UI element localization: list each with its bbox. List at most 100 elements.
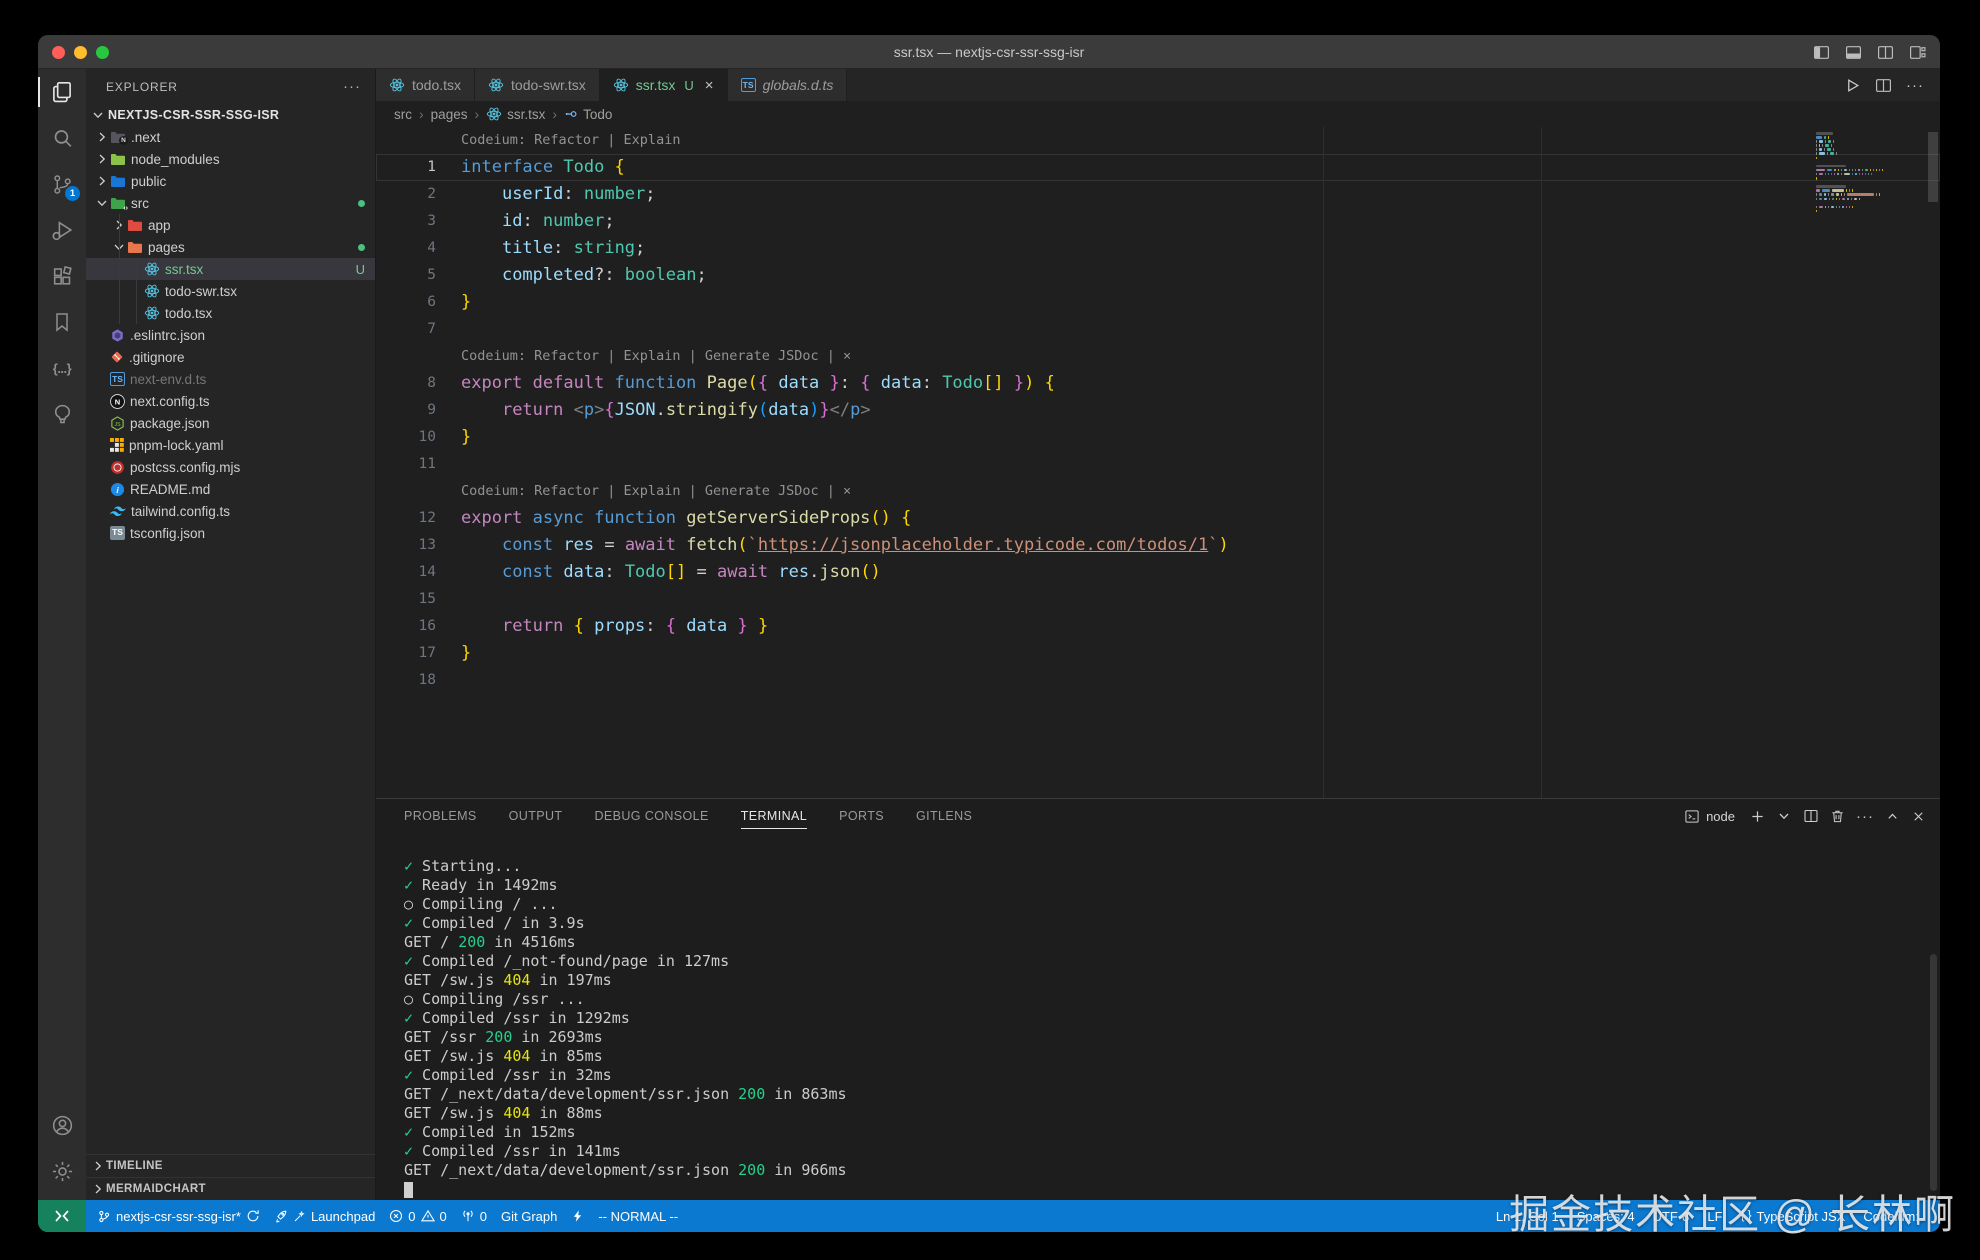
- tree-item-todo-swr.tsx[interactable]: todo-swr.tsx: [86, 280, 375, 302]
- tree-item-.gitignore[interactable]: .gitignore: [86, 346, 375, 368]
- close-button[interactable]: [52, 46, 65, 59]
- close-icon[interactable]: [1911, 809, 1926, 824]
- terminal-scrollbar[interactable]: [1930, 954, 1937, 1191]
- activity-item-bookmarks[interactable]: [38, 299, 86, 345]
- codelens[interactable]: Codeium: Refactor | Explain: [376, 127, 1940, 154]
- status-branch[interactable]: nextjs-csr-ssr-ssg-isr*: [90, 1200, 267, 1232]
- terminal[interactable]: ✓ Starting...✓ Ready in 1492ms○ Compilin…: [376, 833, 1940, 1200]
- section-mermaidchart[interactable]: MERMAIDCHART: [86, 1177, 375, 1200]
- toggle-panel-icon[interactable]: [1845, 44, 1862, 61]
- activity-item-account[interactable]: [38, 1102, 86, 1148]
- breadcrumb-item-ssr.tsx[interactable]: ssr.tsx: [486, 106, 545, 122]
- breadcrumb-item-Todo[interactable]: Todo: [564, 107, 612, 122]
- panel-tab-debug-console[interactable]: DEBUG CONSOLE: [594, 799, 708, 833]
- split-panel-icon[interactable]: [1803, 808, 1819, 824]
- minimap[interactable]: [1816, 132, 1888, 218]
- tree-item-next-env.d.ts[interactable]: TSnext-env.d.ts: [86, 368, 375, 390]
- split-editor-icon[interactable]: [1877, 44, 1894, 61]
- codelens[interactable]: Codeium: Refactor | Explain | Generate J…: [376, 343, 1940, 370]
- tab-todo.tsx[interactable]: todo.tsx: [376, 69, 475, 101]
- tree-root[interactable]: NEXTJS-CSR-SSR-SSG-ISR: [86, 104, 375, 126]
- minimize-button[interactable]: [74, 46, 87, 59]
- activity-item-settings[interactable]: [38, 1148, 86, 1194]
- tree-item-.eslintrc.json[interactable]: .eslintrc.json: [86, 324, 375, 346]
- tree-item-package.json[interactable]: JSpackage.json: [86, 412, 375, 434]
- line-number: 8: [376, 370, 436, 397]
- editor-scrollbar[interactable]: [1928, 132, 1938, 202]
- chevron-right-icon: [90, 1181, 106, 1197]
- activity-item-todo-tree[interactable]: [38, 391, 86, 437]
- bookmark-icon: [50, 310, 74, 334]
- add-icon[interactable]: [1750, 809, 1765, 824]
- close-tab-icon[interactable]: ×: [705, 77, 714, 94]
- status-remote[interactable]: [38, 1200, 86, 1232]
- activity-item-source-control[interactable]: 1: [38, 161, 86, 207]
- panel-tab-problems[interactable]: PROBLEMS: [404, 799, 477, 833]
- tree-item-node_modules[interactable]: node_modules: [86, 148, 375, 170]
- terminal-line: GET /sw.js 404 in 85ms: [404, 1047, 1940, 1066]
- panel-tab-output[interactable]: OUTPUT: [509, 799, 563, 833]
- tree-item-todo.tsx[interactable]: todo.tsx: [86, 302, 375, 324]
- editor[interactable]: Codeium: Refactor | Explain1interface To…: [376, 127, 1940, 798]
- more-icon[interactable]: ···: [1856, 808, 1874, 825]
- tower-icon: [461, 1209, 475, 1223]
- status-thunder-client[interactable]: [564, 1200, 591, 1232]
- split-editor-icon[interactable]: [1875, 77, 1892, 94]
- scm-badge: 1: [65, 186, 80, 201]
- tree-item-README.md[interactable]: iREADME.md: [86, 478, 375, 500]
- status-vim-mode[interactable]: -- NORMAL --: [591, 1200, 685, 1232]
- run-icon[interactable]: [1844, 77, 1861, 94]
- chevron-up-icon[interactable]: [1885, 809, 1900, 824]
- explorer-header: EXPLORER ···: [86, 69, 375, 104]
- tree-item-tsconfig.json[interactable]: TStsconfig.json: [86, 522, 375, 544]
- activity-item-explorer[interactable]: [38, 69, 86, 115]
- code-line-18: 18: [376, 667, 1940, 694]
- customize-layout-icon[interactable]: [1909, 44, 1926, 61]
- svg-text:JS: JS: [115, 421, 122, 427]
- status-problems[interactable]: 00: [382, 1200, 453, 1232]
- tab-ssr.tsx[interactable]: ssr.tsxU×: [600, 69, 728, 101]
- breadcrumb-item-pages[interactable]: pages: [431, 107, 468, 122]
- section-timeline[interactable]: TIMELINE: [86, 1154, 375, 1177]
- code-line-4: 4 title: string;: [376, 235, 1940, 262]
- status-launchpad[interactable]: Launchpad: [267, 1200, 382, 1232]
- sidebar-sections: TIMELINEMERMAIDCHART: [86, 1154, 375, 1200]
- panel-tab-ports[interactable]: PORTS: [839, 799, 884, 833]
- tree-item-src[interactable]: ‹›src: [86, 192, 375, 214]
- status-feedback[interactable]: 0: [454, 1200, 494, 1232]
- tab-globals.d.ts[interactable]: TSglobals.d.ts: [728, 69, 848, 101]
- titlebar-actions: [1813, 35, 1926, 69]
- breadcrumb-item-src[interactable]: src: [394, 107, 412, 122]
- zoom-button[interactable]: [96, 46, 109, 59]
- panel-tab-terminal[interactable]: TERMINAL: [741, 799, 807, 833]
- line-number: 16: [376, 613, 436, 640]
- trash-icon[interactable]: [1830, 808, 1845, 824]
- tree-item-.next[interactable]: N.next: [86, 126, 375, 148]
- status-git-graph[interactable]: Git Graph: [494, 1200, 564, 1232]
- explorer-more-actions[interactable]: ···: [343, 78, 361, 95]
- tab-todo-swr.tsx[interactable]: todo-swr.tsx: [475, 69, 600, 101]
- activity-item-run-debug[interactable]: [38, 207, 86, 253]
- codelens[interactable]: Codeium: Refactor | Explain | Generate J…: [376, 478, 1940, 505]
- tree-item-tailwind.config.ts[interactable]: tailwind.config.ts: [86, 500, 375, 522]
- toggle-sidebar-icon[interactable]: [1813, 44, 1830, 61]
- breadcrumb: src›pages›ssr.tsx›Todo: [376, 101, 1940, 127]
- chevron-down-icon: [94, 195, 110, 211]
- more-icon[interactable]: ···: [1906, 77, 1924, 94]
- tree-item-pnpm-lock.yaml[interactable]: pnpm-lock.yaml: [86, 434, 375, 456]
- activity-item-search[interactable]: [38, 115, 86, 161]
- line-number: 18: [376, 667, 436, 694]
- tree-item-ssr.tsx[interactable]: ssr.tsxU: [86, 258, 375, 280]
- tree-item-app[interactable]: app: [86, 214, 375, 236]
- tree-item-postcss.config.mjs[interactable]: postcss.config.mjs: [86, 456, 375, 478]
- activity-item-snippets[interactable]: {...}: [38, 345, 86, 391]
- activity-item-extensions[interactable]: [38, 253, 86, 299]
- tree-item-public[interactable]: public: [86, 170, 375, 192]
- tree-item-pages[interactable]: pages: [86, 236, 375, 258]
- chevron-down-icon[interactable]: [1776, 808, 1792, 824]
- bolt-icon: [571, 1209, 584, 1223]
- terminal-instance[interactable]: node: [1684, 809, 1735, 824]
- tree-item-next.config.ts[interactable]: Nnext.config.ts: [86, 390, 375, 412]
- code-line-15: 15: [376, 586, 1940, 613]
- panel-tab-gitlens[interactable]: GITLENS: [916, 799, 972, 833]
